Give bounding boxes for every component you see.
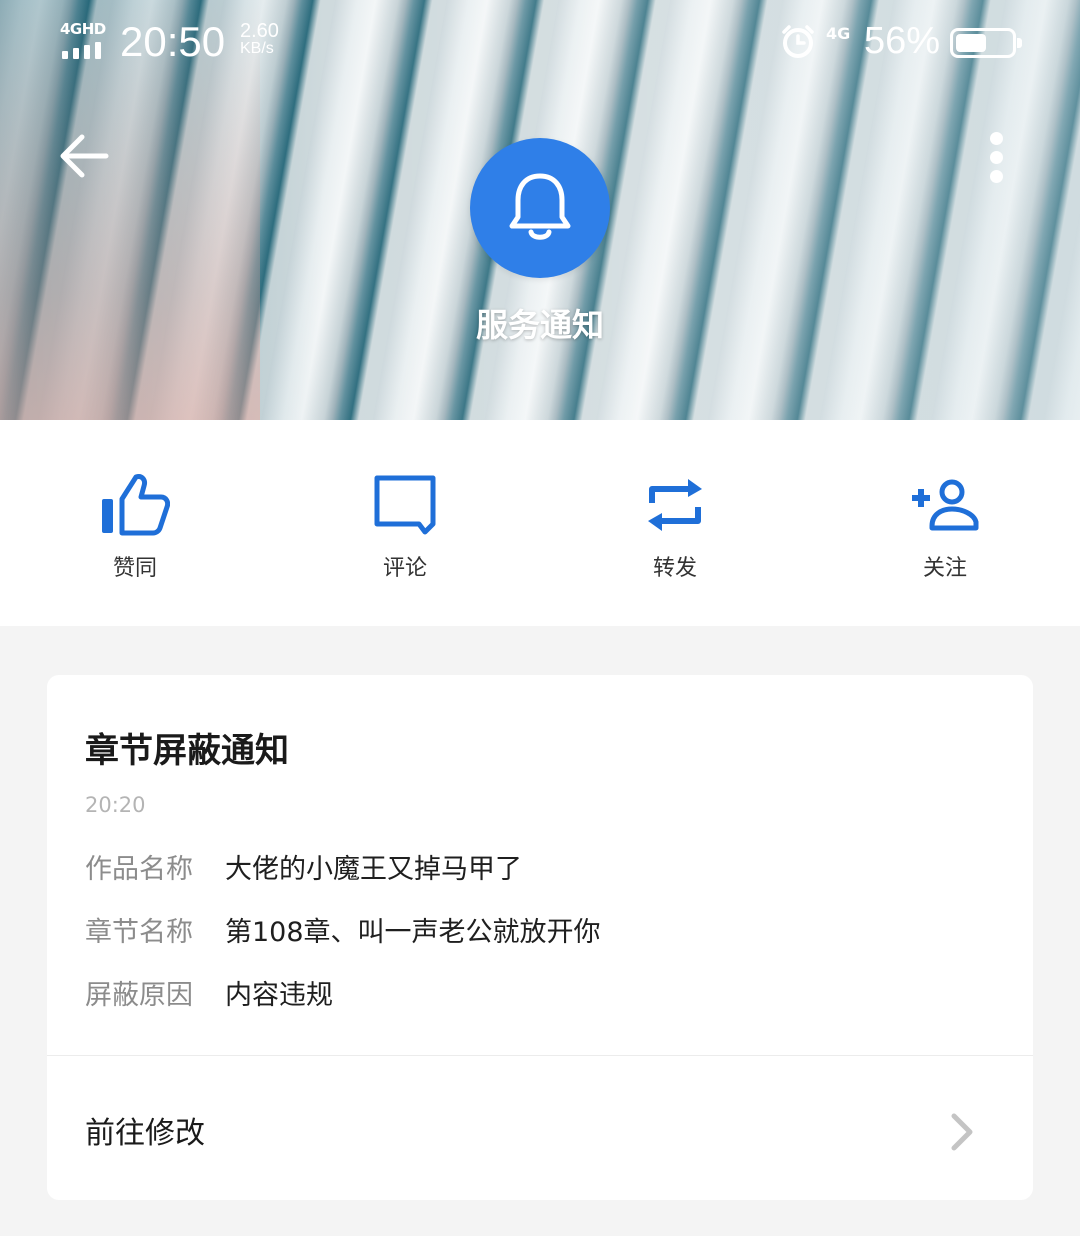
back-button[interactable] (56, 126, 112, 186)
go-modify-link[interactable]: 前往修改 (47, 1056, 1033, 1200)
comment-button[interactable]: 评论 (270, 420, 540, 626)
repost-label: 转发 (652, 556, 697, 581)
signal-bars-icon (62, 42, 101, 59)
mobile-data-type: 4G (826, 24, 851, 43)
add-user-icon (912, 479, 979, 531)
more-dot-icon (989, 132, 1003, 145)
notice-card: 章节屏蔽通知 20:20 作品名称 大佬的小魔王又掉马甲了 章节名称 第108章… (47, 675, 1033, 1200)
comment-icon (374, 475, 436, 535)
like-label: 赞同 (112, 556, 157, 581)
signal-indicator: 4GHD (60, 20, 106, 59)
notice-time: 20:20 (85, 793, 146, 817)
battery-percent: 56% (864, 20, 941, 62)
more-dot-icon (989, 151, 1003, 164)
notice-title: 章节屏蔽通知 (85, 731, 289, 771)
field-key: 作品名称 (85, 854, 193, 885)
service-avatar (470, 138, 610, 278)
clock: 20:50 (120, 18, 226, 65)
field-row-work: 作品名称 大佬的小魔王又掉马甲了 (85, 847, 522, 886)
field-key: 章节名称 (85, 917, 193, 948)
field-value: 内容违规 (225, 980, 333, 1011)
header-banner: 4GHD 20:50 2.60 KB/s 4G 56% 服务通知 (0, 0, 1080, 420)
follow-button[interactable]: 关注 (810, 420, 1080, 626)
comment-label: 评论 (382, 556, 427, 581)
more-options-button[interactable] (978, 126, 1014, 186)
repost-icon (648, 479, 702, 531)
thumbs-up-icon (102, 474, 170, 536)
page-title: 服务通知 (475, 306, 604, 344)
speed-value: 2.60 (240, 20, 279, 42)
field-value: 第108章、叫一声老公就放开你 (225, 917, 601, 948)
go-modify-label: 前往修改 (85, 1116, 205, 1151)
action-bar: 赞同 评论 转发 关注 (0, 420, 1080, 626)
status-bar: 4GHD 20:50 2.60 KB/s 4G 56% (0, 0, 1080, 88)
network-type: 4GHD (60, 20, 106, 38)
speed-unit: KB/s (240, 40, 274, 57)
field-row-chapter: 章节名称 第108章、叫一声老公就放开你 (85, 910, 601, 949)
field-row-reason: 屏蔽原因 内容违规 (85, 973, 333, 1012)
arrow-left-icon (60, 134, 109, 178)
alarm-icon (782, 25, 814, 58)
battery-fill (956, 34, 986, 52)
repost-button[interactable]: 转发 (540, 420, 810, 626)
network-speed: 2.60 KB/s (240, 20, 279, 58)
follow-label: 关注 (922, 556, 967, 581)
field-key: 屏蔽原因 (85, 980, 193, 1011)
chevron-right-icon (951, 1113, 973, 1151)
field-value: 大佬的小魔王又掉马甲了 (225, 854, 522, 885)
more-dot-icon (989, 170, 1003, 183)
like-button[interactable]: 赞同 (0, 420, 270, 626)
bell-icon (509, 173, 571, 240)
battery-icon (950, 28, 1022, 58)
